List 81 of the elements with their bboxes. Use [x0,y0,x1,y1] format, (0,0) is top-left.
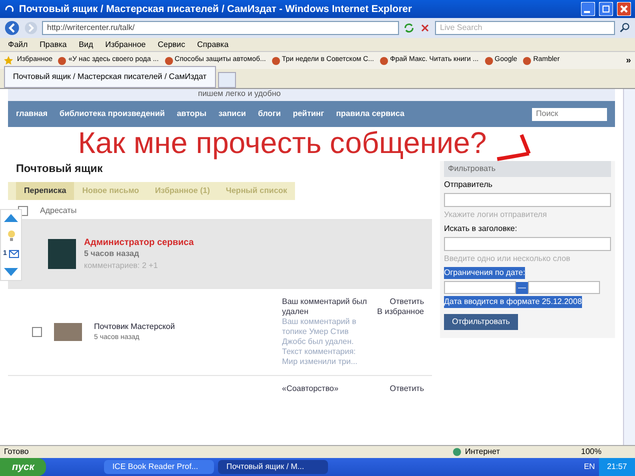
field-label: Ограничения по дате: [444,267,526,279]
field-hint: Укажите логин отправителя [444,209,548,221]
nav-link[interactable]: блоги [258,108,281,120]
page-heading: Почтовый ящик [15,162,104,177]
nav-link[interactable]: авторы [176,108,207,120]
title-search-field[interactable] [444,237,611,251]
browser-logo-icon [4,4,15,14]
site-tagline: пишем легко и удобно [197,89,282,100]
field-hint: Введите одно или несколько слов [444,253,572,265]
date-to-field[interactable] [528,281,600,294]
message-time: 5 часов назад [84,248,140,260]
back-icon[interactable] [4,20,20,36]
globe-icon [453,448,461,456]
filter-title: Фильтровать [444,161,611,177]
comments-count: комментариев: 2 +1 [84,260,159,272]
envelope-icon[interactable] [8,250,19,258]
site-icon [380,56,388,64]
nav-link[interactable]: записи [218,108,246,120]
nav-link[interactable]: правила сервиса [336,108,404,120]
annotation-text: Как мне прочесть собщение? [77,127,487,161]
sender-link[interactable]: Администратор сервиса [84,236,194,248]
language-indicator[interactable]: EN [584,461,595,473]
row-checkbox[interactable] [32,326,42,336]
avatar-placeholder [48,238,76,268]
menu-item[interactable]: Вид [78,38,94,50]
message-subject[interactable]: «Соавторство» [282,384,372,394]
site-icon [484,56,493,64]
refresh-icon[interactable] [403,22,415,34]
up-arrow-icon[interactable] [4,214,18,222]
security-zone: Интернет [453,446,573,458]
close-icon[interactable] [419,22,431,34]
star-icon [4,56,13,65]
menu-item[interactable]: Файл [8,38,28,50]
message-subject[interactable]: Ваш комментарий был удален [282,296,372,316]
zoom-level[interactable]: 100% [581,446,631,458]
address-field[interactable]: http://writercenter.ru/talk/ [42,21,399,35]
menu-item[interactable]: Сервис [158,38,186,50]
message-row[interactable]: Администратор сервиса 5 часов назад комментариев: 2 +1 [8,220,432,288]
menu-item[interactable]: Справка [197,38,229,50]
clock: 21:57 [606,461,627,473]
message-preview: Ваш комментарий в топике Умер Стив Джобс был удален. Текст комментария: Мир изменили три... [282,316,358,366]
action-link[interactable]: Ответить [390,384,424,394]
search-icon[interactable] [619,22,631,34]
field-label: Отправитель [444,179,494,191]
sender-field[interactable] [444,193,611,207]
nav-link[interactable]: главная [16,108,48,120]
column-header: Адресаты [40,205,77,217]
filter-button[interactable]: Отфильтровать [444,314,518,330]
mailbox-tab[interactable]: Переписка [16,182,74,200]
site-icon [58,56,66,64]
window-title: Почтовый ящик / Мастерская писателей / СамИздат - Windows Internet Explorer [19,2,413,16]
browser-tab[interactable]: Почтовый ящик / Мастерская писателей / СамИздат [4,66,216,88]
nav-link[interactable]: рейтинг [292,108,324,120]
date-separator: — [516,282,528,294]
status-text: Готово [4,446,30,458]
new-tab-button[interactable] [218,72,236,88]
date-hint: Дата вводится в формате 25.12.2008 [444,296,582,308]
menu-item[interactable]: Избранное [105,38,146,50]
taskbar-button[interactable]: Почтовый ящик / M... [218,460,328,474]
down-arrow-icon[interactable] [4,268,18,276]
arrow-drawing [494,133,533,161]
close-icon[interactable] [617,2,631,16]
site-icon [523,56,532,64]
vertical-scrollbar[interactable] [623,89,635,445]
date-from-field[interactable] [444,281,516,294]
book-image-placeholder [54,322,82,340]
site-icon [272,56,280,64]
start-button[interactable]: пуск [0,458,46,476]
site-search-field[interactable]: Поиск [532,108,607,120]
minimize-icon[interactable] [581,2,595,16]
sender-link[interactable]: Почтовик Мастерской [94,320,175,332]
taskbar-button[interactable]: ICE Book Reader Prof... [104,460,214,474]
site-icon [164,56,173,64]
more-button[interactable]: » [626,54,631,68]
maximize-icon[interactable] [599,2,613,16]
nav-link[interactable]: библиотека произведений [60,108,165,120]
lightbulb-icon [6,230,16,241]
menu-item[interactable]: Правка [40,38,67,50]
action-link[interactable]: В избранное [377,306,424,316]
field-label: Искать в заголовке: [444,223,518,235]
action-link[interactable]: Ответить [390,296,424,306]
